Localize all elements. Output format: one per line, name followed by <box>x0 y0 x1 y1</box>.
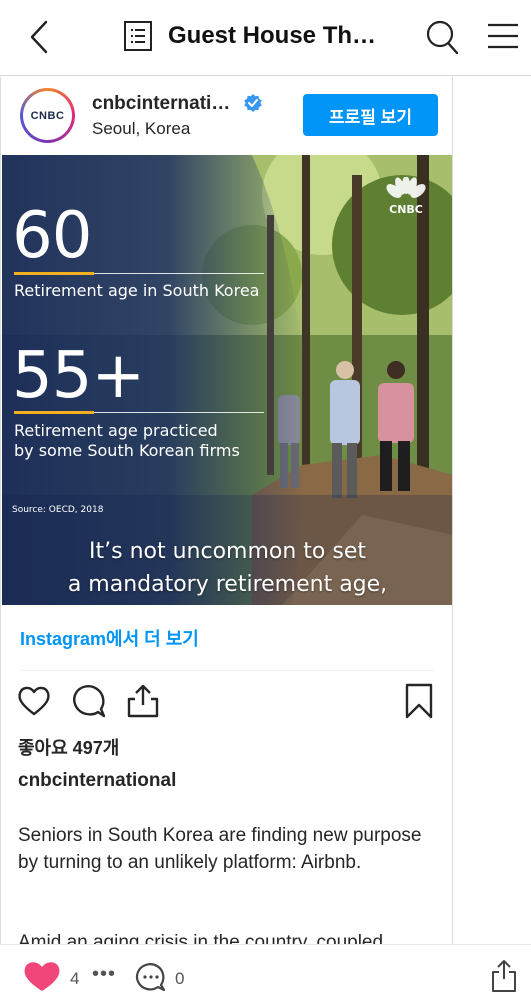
subtitle-line2: a mandatory retirement age, <box>67 572 388 597</box>
instagram-embed-card: CNBC cnbcinternati… Seoul, Korea 프로필 보기 <box>0 77 453 944</box>
page-title: Guest House Th… <box>168 22 377 49</box>
avatar[interactable]: CNBC <box>20 88 75 143</box>
cnbc-watermark: CNBC <box>389 203 423 215</box>
stat2-gold-underline <box>14 411 94 414</box>
stat-label-practiced-line2: by some South Korean firms <box>14 441 240 460</box>
divider <box>20 670 434 671</box>
share-export-icon[interactable] <box>490 959 518 993</box>
top-bar: Guest House Th… <box>0 0 531 76</box>
bookmark-icon[interactable] <box>401 683 437 719</box>
avatar-inner: CNBC <box>23 91 72 140</box>
stat-value-retirement-age: 60 <box>12 199 92 273</box>
stat-label-practiced-line1: Retirement age practiced <box>14 421 218 440</box>
verified-badge-icon <box>244 94 262 112</box>
stat2-thin-underline <box>94 412 264 413</box>
back-icon[interactable] <box>24 18 56 56</box>
stat-value-practiced-age: 55+ <box>12 339 145 413</box>
more-dots-icon[interactable]: ••• <box>92 963 116 986</box>
subtitle-line1: It’s not uncommon to set <box>89 539 366 564</box>
share-icon[interactable] <box>125 683 161 719</box>
stat-label-retirement-age: Retirement age in South Korea <box>14 281 260 300</box>
view-more-on-instagram-link[interactable]: Instagram에서 더 보기 <box>20 625 199 651</box>
search-icon[interactable] <box>424 18 460 56</box>
like-count[interactable]: 좋아요 497개 <box>18 734 119 760</box>
stat1-thin-underline <box>94 273 264 274</box>
comment-bubble-icon[interactable] <box>135 961 167 993</box>
post-actions <box>1 677 452 727</box>
post-username[interactable]: cnbcinternati… <box>92 93 230 115</box>
post-image[interactable]: CNBC 60 Retirement age in South Korea 55… <box>2 155 452 605</box>
caption-username[interactable]: cnbcinternational <box>18 770 176 792</box>
comment-icon[interactable] <box>71 683 107 719</box>
bottom-action-bar: 4 ••• 0 <box>0 944 531 1004</box>
post-header: CNBC cnbcinternati… Seoul, Korea 프로필 보기 <box>1 77 452 155</box>
stat1-gold-underline <box>14 272 94 275</box>
menu-icon[interactable] <box>486 20 520 52</box>
cnbc-peacock-icon: CNBC <box>386 177 426 215</box>
like-count-badge: 4 <box>70 969 80 988</box>
video-subtitle: It’s not uncommon to set a mandatory ret… <box>2 535 452 601</box>
like-heart-icon[interactable] <box>16 683 52 719</box>
caption-text-continued: Amid an aging crisis in the country, cou… <box>18 932 384 944</box>
post-location[interactable]: Seoul, Korea <box>92 119 190 139</box>
comment-count-badge: 0 <box>175 969 185 988</box>
caption-text: Seniors in South Korea are finding new p… <box>18 825 422 873</box>
document-list-icon[interactable] <box>123 20 153 52</box>
image-source: Source: OECD, 2018 <box>12 505 104 515</box>
page-gutter <box>453 77 531 944</box>
view-profile-button[interactable]: 프로필 보기 <box>303 94 438 136</box>
like-heart-filled-icon[interactable] <box>22 959 62 993</box>
cnbc-logo: CNBC <box>30 109 65 122</box>
